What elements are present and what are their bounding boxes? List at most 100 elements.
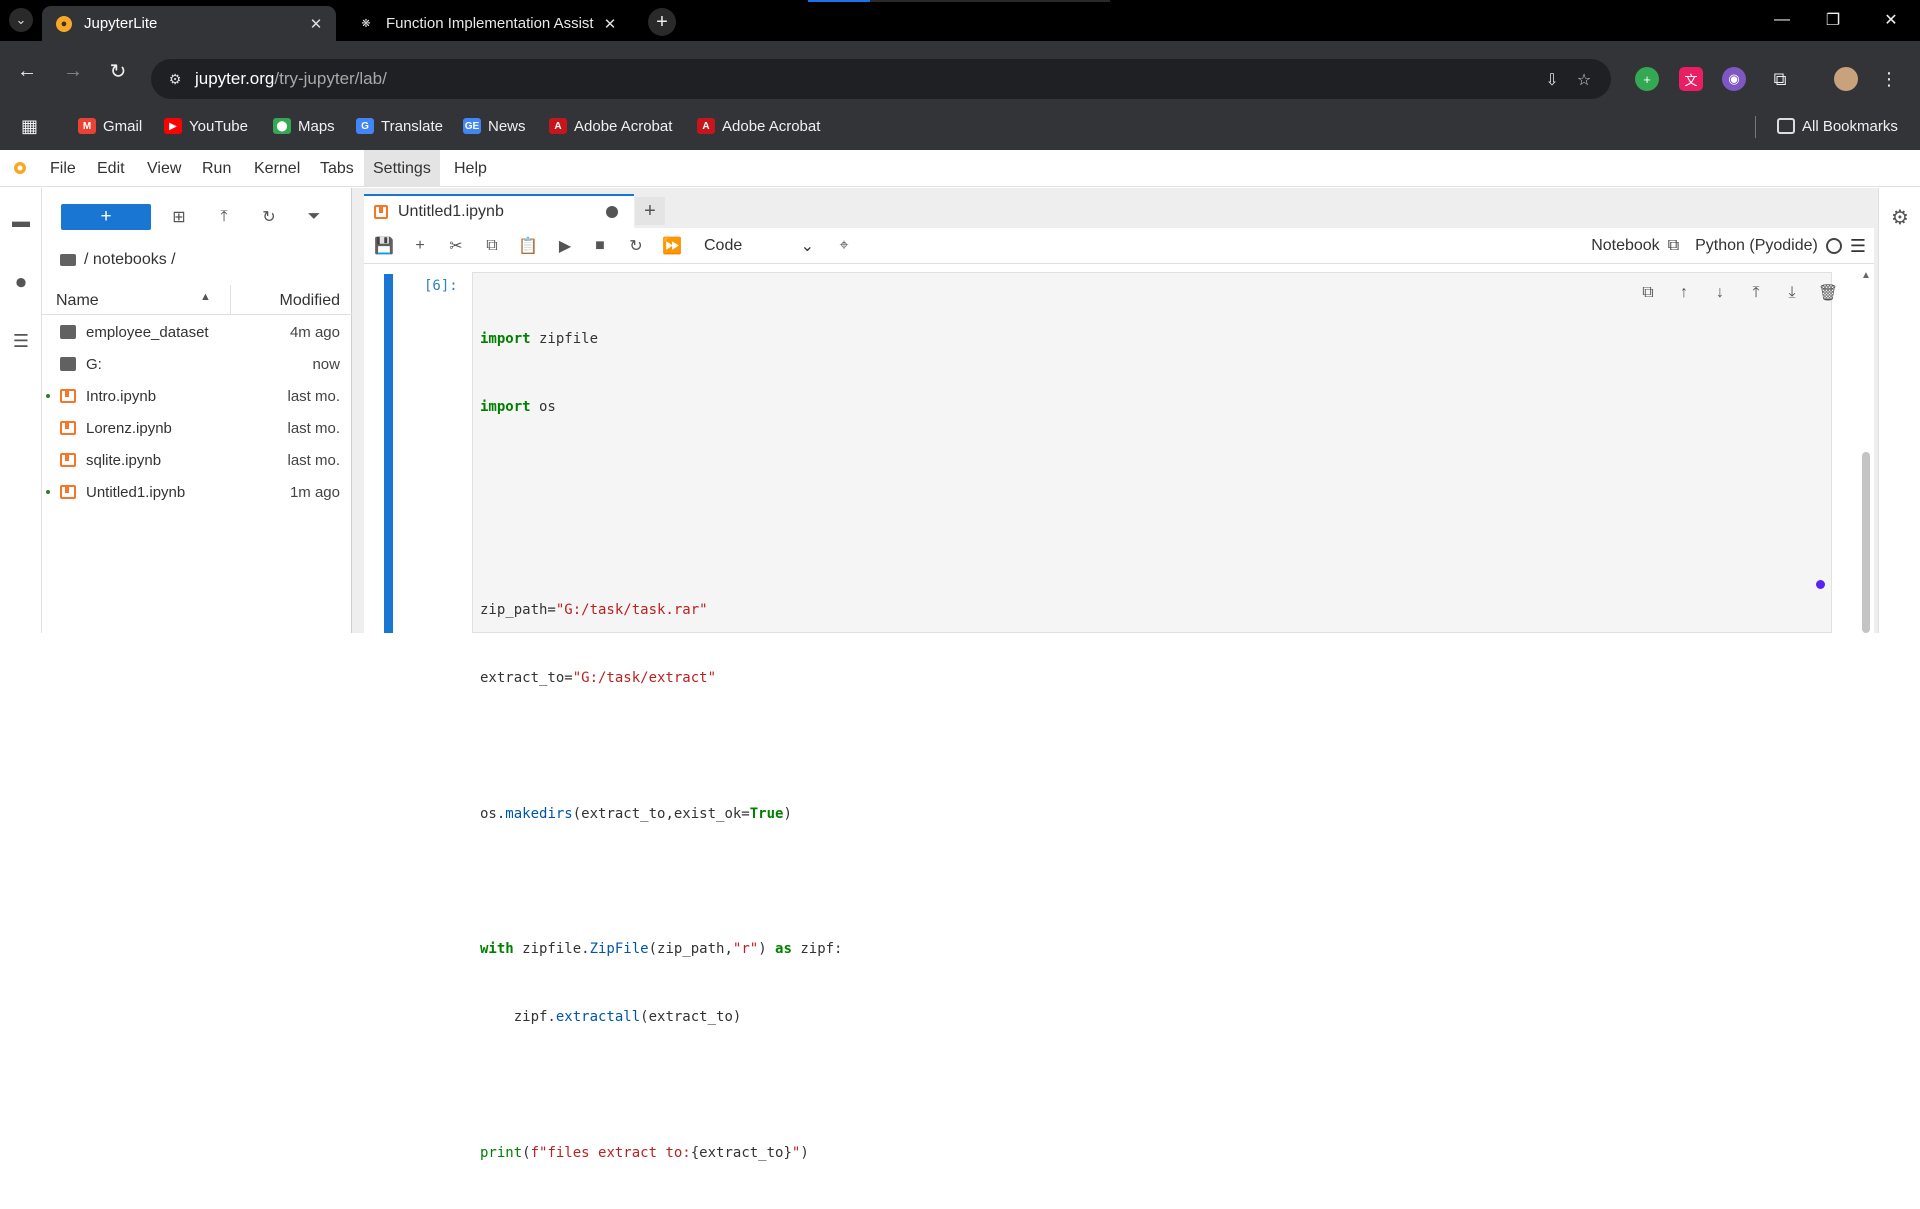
file-name: G: <box>86 356 102 373</box>
bookmark-label: Translate <box>381 117 443 135</box>
menu-kernel[interactable]: Kernel <box>245 150 309 187</box>
openai-favicon-icon: ❋ <box>361 18 371 30</box>
scroll-up-icon[interactable]: ▲ <box>1861 270 1871 281</box>
new-launcher-button[interactable]: + <box>61 204 151 230</box>
duplicate-cell-icon[interactable]: ⧉ <box>1630 282 1666 304</box>
column-modified[interactable]: Modified <box>280 292 340 310</box>
close-tab-icon[interactable]: ✕ <box>306 15 326 33</box>
move-up-icon[interactable]: ↑ <box>1666 282 1702 304</box>
scroll-thumb[interactable] <box>1862 452 1870 633</box>
save-icon[interactable]: 💾 <box>372 234 396 258</box>
file-name: Untitled1.ipynb <box>86 484 186 501</box>
notebook-label[interactable]: Notebook <box>1591 237 1660 255</box>
tab-search-button[interactable]: ⌄ <box>9 8 33 32</box>
external-link-icon[interactable]: ⧉ <box>1668 237 1679 255</box>
new-folder-icon[interactable]: ⊞ <box>166 204 192 230</box>
cell-collapser[interactable] <box>384 274 393 633</box>
bookmark-gmail[interactable]: M Gmail <box>78 116 142 136</box>
file-row[interactable]: Intro.ipynb last mo. <box>42 380 352 412</box>
menu-run[interactable]: Run <box>193 150 240 187</box>
cell-type-select[interactable]: Code ⌄ <box>704 235 814 257</box>
unsaved-dot-icon[interactable] <box>606 206 618 218</box>
run-icon[interactable]: ▶ <box>553 234 577 258</box>
apps-grid-icon[interactable]: ▦ <box>21 116 38 136</box>
table-of-contents-icon[interactable]: ☰ <box>8 328 34 354</box>
menu-file[interactable]: File <box>41 150 85 187</box>
browser-tab-assistant[interactable]: ❋ Function Implementation Assist ✕ <box>344 6 630 41</box>
extensions-puzzle-icon[interactable]: ⧉ <box>1768 67 1792 91</box>
bookmark-youtube[interactable]: ▶ YouTube <box>164 116 248 136</box>
column-name[interactable]: Name <box>56 292 99 310</box>
forward-arrow-icon[interactable]: → <box>59 57 87 85</box>
location-pin-icon[interactable]: ⌖ <box>832 234 856 258</box>
acrobat-icon: A <box>697 118 715 134</box>
running-stop-icon[interactable]: ⏺ <box>8 270 34 296</box>
code-editor[interactable]: import zipfile import os zip_path="G:/ta… <box>472 272 1832 1161</box>
breadcrumb[interactable]: / notebooks / <box>60 248 176 272</box>
file-row[interactable]: sqlite.ipynb last mo. <box>42 444 352 476</box>
paste-icon[interactable]: 📋 <box>516 234 540 258</box>
gmail-icon: M <box>78 118 96 134</box>
address-bar[interactable]: ⚙ jupyter.org/try-jupyter/lab/ ⇩ ☆ <box>151 59 1611 99</box>
menu-view[interactable]: View <box>138 150 190 187</box>
restore-icon[interactable]: ❐ <box>1818 8 1848 32</box>
bookmark-news[interactable]: GE News <box>463 116 526 136</box>
scrollbar[interactable]: ▲ <box>1860 268 1872 633</box>
menu-edit[interactable]: Edit <box>88 150 134 187</box>
restart-icon[interactable]: ↻ <box>624 234 648 258</box>
file-row[interactable]: employee_dataset 4m ago <box>42 316 352 348</box>
minimize-icon[interactable]: — <box>1767 8 1797 32</box>
profile-avatar[interactable] <box>1834 67 1858 91</box>
notebook-icon <box>60 453 76 467</box>
insert-above-icon[interactable]: ⤒ <box>1738 282 1774 304</box>
bookmark-adobe-acrobat-1[interactable]: A Adobe Acrobat <box>549 116 672 136</box>
file-row[interactable]: Lorenz.ipynb last mo. <box>42 412 352 444</box>
url-text[interactable]: jupyter.org/try-jupyter/lab/ <box>195 69 387 89</box>
site-info-icon[interactable]: ⚙ <box>165 69 185 89</box>
column-divider[interactable] <box>230 285 231 315</box>
copy-icon[interactable]: ⧉ <box>480 234 504 258</box>
filter-icon[interactable]: ⏷ <box>301 204 327 230</box>
extension-green-icon[interactable]: + <box>1635 67 1659 91</box>
close-tab-icon[interactable]: ✕ <box>600 15 620 33</box>
refresh-icon[interactable]: ↻ <box>256 204 282 230</box>
menu-tabs[interactable]: Tabs <box>311 150 363 187</box>
menu-settings[interactable]: Settings <box>364 150 440 187</box>
install-app-icon[interactable]: ⇩ <box>1541 69 1563 91</box>
extension-ai-icon[interactable]: ◉ <box>1722 67 1746 91</box>
back-arrow-icon[interactable]: ← <box>13 57 41 85</box>
code-content[interactable]: import zipfile import os zip_path="G:/ta… <box>480 283 842 1209</box>
browser-tab-jupyterlite[interactable]: ● JupyterLite ✕ <box>42 6 336 41</box>
add-tab-button[interactable]: + <box>635 197 665 225</box>
notebook-tab-title: Untitled1.ipynb <box>398 203 504 220</box>
reload-icon[interactable]: ↻ <box>104 57 132 85</box>
close-window-icon[interactable]: ✕ <box>1876 8 1906 32</box>
kernel-name[interactable]: Python (Pyodide) <box>1695 237 1818 255</box>
notebook-tab[interactable]: Untitled1.ipynb <box>364 194 634 228</box>
delete-cell-icon[interactable]: 🗑 <box>1810 282 1846 304</box>
cell-prompt: [6]: <box>424 278 458 294</box>
folder-icon[interactable]: ▬ <box>8 208 34 234</box>
bookmark-maps[interactable]: ⬤ Maps <box>273 116 335 136</box>
more-menu-icon[interactable]: ⋮ <box>1877 67 1901 91</box>
file-name: Lorenz.ipynb <box>86 420 172 437</box>
file-row[interactable]: Untitled1.ipynb 1m ago <box>42 476 352 508</box>
menu-icon[interactable]: ☰ <box>1850 236 1866 257</box>
insert-below-icon[interactable]: ⤓ <box>1774 282 1810 304</box>
extension-translate-icon[interactable]: 文 <box>1679 67 1703 91</box>
restart-run-all-icon[interactable]: ⏩ <box>660 234 684 258</box>
menu-help[interactable]: Help <box>445 150 496 187</box>
stop-icon[interactable]: ■ <box>588 234 612 258</box>
all-bookmarks[interactable]: All Bookmarks <box>1777 116 1898 136</box>
new-tab-button[interactable]: + <box>648 8 676 36</box>
insert-cell-icon[interactable]: + <box>408 234 432 258</box>
bookmark-translate[interactable]: G Translate <box>356 116 443 136</box>
file-row[interactable]: G: now <box>42 348 352 380</box>
cut-icon[interactable]: ✂ <box>444 234 468 258</box>
upload-icon[interactable]: ⤒ <box>211 204 237 230</box>
chevron-down-icon: ⌄ <box>15 12 27 27</box>
property-inspector-gear-icon[interactable]: ⚙ <box>1887 204 1913 230</box>
bookmark-star-icon[interactable]: ☆ <box>1573 69 1595 91</box>
bookmark-adobe-acrobat-2[interactable]: A Adobe Acrobat <box>697 116 820 136</box>
move-down-icon[interactable]: ↓ <box>1702 282 1738 304</box>
